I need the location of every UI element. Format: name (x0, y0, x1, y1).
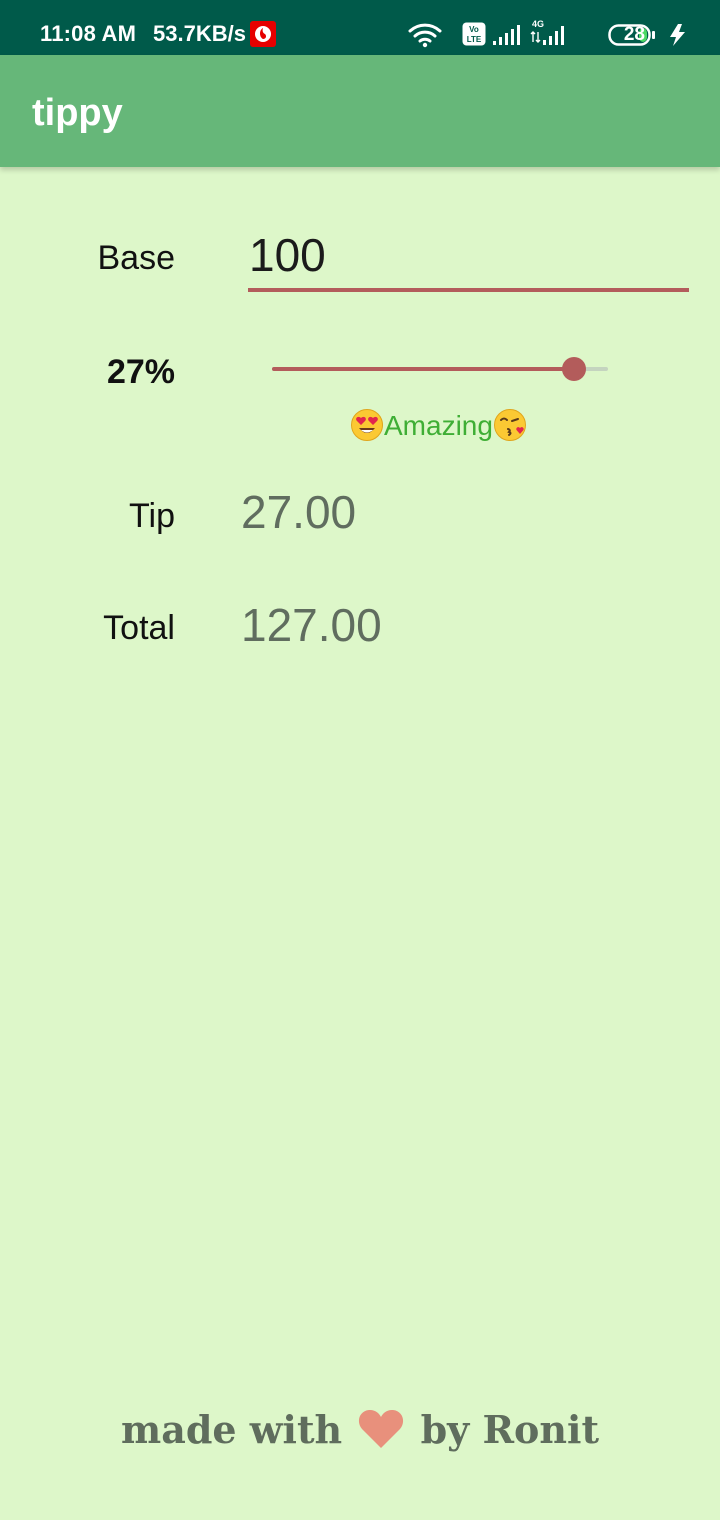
network-speed: 53.7KB/s (153, 21, 246, 46)
vodafone-icon (250, 21, 276, 47)
tip-percent-slider[interactable] (272, 352, 608, 388)
slider-thumb[interactable] (562, 357, 586, 381)
tip-percent-label: 27% (106, 353, 175, 391)
tip-description-text: Amazing (384, 410, 493, 441)
total-amount: 127.00 (241, 599, 382, 651)
charging-icon (666, 22, 690, 53)
tip-label: Tip (129, 497, 175, 535)
tip-amount: 27.00 (241, 486, 357, 538)
slider-fill (272, 367, 574, 371)
wifi-icon (408, 22, 442, 53)
signal-icon (492, 24, 522, 51)
signal-4g-icon: 4G (530, 18, 570, 51)
kissing-heart-emoji-icon (493, 409, 526, 441)
app-title: tippy (32, 92, 123, 134)
heart-eyes-emoji-icon (351, 409, 383, 441)
status-bar: 11:08 AM 53.7KB/s Vo LTE 4G 28 (0, 0, 720, 55)
footer-suffix: by Ronit (420, 1407, 600, 1452)
total-label: Total (103, 609, 175, 647)
svg-text:Vo: Vo (469, 25, 479, 34)
app-bar: tippy (0, 55, 720, 167)
footer-credit: made with by Ronit (0, 1404, 720, 1456)
base-amount-input[interactable] (248, 222, 689, 292)
base-label: Base (97, 239, 176, 277)
battery-level: 28 (623, 24, 645, 45)
volte-icon: Vo LTE (462, 22, 486, 51)
svg-text:LTE: LTE (467, 35, 482, 44)
footer-prefix: made with (120, 1407, 343, 1452)
svg-text:4G: 4G (532, 19, 544, 29)
status-time: 11:08 AM (40, 21, 137, 46)
tip-description: Amazing (350, 406, 527, 446)
heart-icon (359, 1409, 404, 1448)
